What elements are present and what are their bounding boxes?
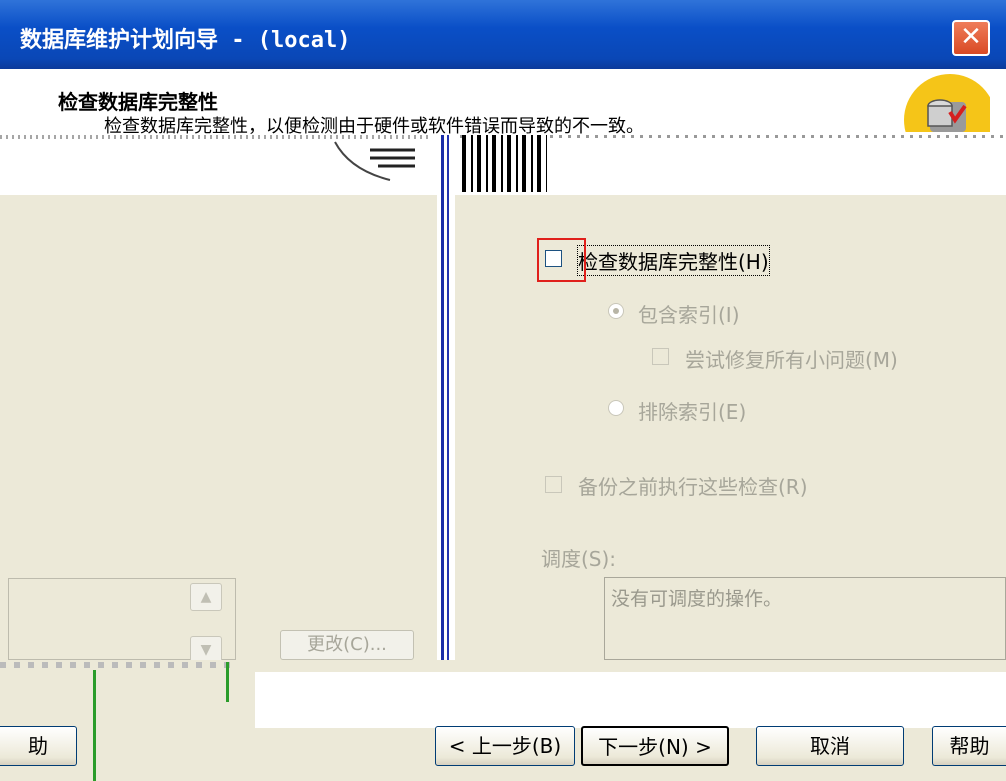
scroll-up-button[interactable]: ▲ [190,583,222,611]
cancel-button-label: 取消 [810,734,850,758]
back-button-label: < 上一步(B) [448,734,562,758]
change-button[interactable]: 更改(C)... [280,630,414,660]
exclude-indexes-label: 排除索引(E) [638,400,747,424]
schedule-label: 调度(S): [541,547,617,571]
back-button[interactable]: < 上一步(B) [435,726,575,766]
finish-button[interactable]: 助 [0,726,77,766]
include-indexes-label: 包含索引(I) [638,303,740,327]
database-check-icon [904,74,990,132]
attempt-repair-label: 尝试修复所有小问题(M) [685,348,898,372]
help-button[interactable]: 帮助 [932,726,1006,766]
chevron-down-icon: ▼ [200,642,212,658]
artifact-icon-fragment [330,140,420,182]
next-button[interactable]: 下一步(N) > [581,726,729,766]
help-button-label: 帮助 [949,734,990,758]
chevron-up-icon: ▲ [200,589,212,605]
run-before-backup-label: 备份之前执行这些检查(R) [578,475,808,499]
close-icon: ✕ [960,22,982,52]
run-before-backup-checkbox[interactable] [545,476,562,493]
next-button-label: 下一步(N) > [598,735,712,759]
panel-divider [437,135,455,660]
close-button[interactable]: ✕ [952,20,990,56]
include-indexes-radio[interactable] [608,303,624,319]
cancel-button[interactable]: 取消 [756,726,904,766]
title-bar: 数据库维护计划向导 - (local) ✕ [0,0,1006,69]
artifact-line [0,135,430,139]
artifact-barcode [462,135,547,192]
artifact-line [0,662,230,668]
exclude-indexes-radio[interactable] [608,400,624,416]
schedule-text: 没有可调度的操作。 [611,588,783,610]
artifact-line [93,670,96,781]
check-integrity-label[interactable]: 检查数据库完整性(H) [577,245,770,276]
rendering-artifact-strip [255,672,1006,728]
window-title: 数据库维护计划向导 - (local) [20,28,351,53]
highlight-marker [537,238,586,282]
finish-button-label: 助 [28,734,48,758]
artifact-line [226,662,229,702]
schedule-textbox[interactable]: 没有可调度的操作。 [604,577,1006,660]
attempt-repair-checkbox[interactable] [652,348,669,365]
page-heading: 检查数据库完整性 [58,90,218,114]
